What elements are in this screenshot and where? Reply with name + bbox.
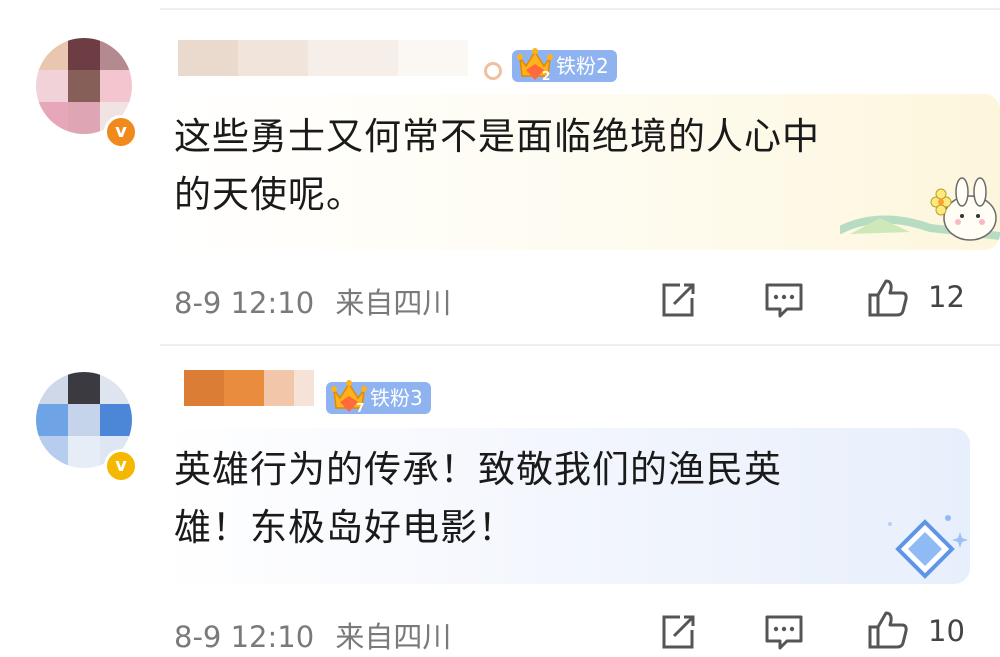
comment-icon[interactable]	[763, 612, 805, 652]
comment-text-line: 这些勇士又何常不是面临绝境的人心中	[174, 115, 820, 158]
username-blurred[interactable]	[178, 40, 478, 76]
like-icon[interactable]	[866, 609, 910, 651]
blur-dot	[484, 62, 502, 80]
top-divider	[160, 8, 1000, 10]
fan-badge-label: 铁粉3	[370, 386, 423, 410]
diamond-sticker-icon	[888, 515, 968, 579]
fan-level-badge[interactable]: 2 铁粉2	[512, 48, 617, 83]
comment-location: 来自四川	[335, 286, 452, 320]
badge-level-number: 7	[356, 401, 364, 415]
crown-icon: 2	[517, 48, 553, 83]
like-count: 12	[928, 280, 965, 314]
comment-text-line: 的天使呢。	[174, 173, 364, 216]
comment-text: 这些勇士又何常不是面临绝境的人心中 的天使呢。	[174, 108, 820, 224]
comment-meta: 8-9 12:10 来自四川	[174, 280, 451, 322]
bunny-flower-sticker-icon	[840, 177, 1000, 241]
comment-date: 8-9 12:10	[174, 286, 315, 320]
like-icon[interactable]	[866, 277, 910, 319]
share-icon[interactable]	[658, 280, 698, 320]
comment-location: 来自四川	[335, 620, 452, 654]
comment-text: 英雄行为的传承！致敬我们的渔民英 雄！东极岛好电影！	[174, 441, 782, 557]
comment-divider	[160, 344, 1000, 346]
username-blurred[interactable]	[184, 370, 314, 406]
verified-badge-icon: v	[104, 115, 138, 149]
fan-level-badge[interactable]: 7 铁粉3	[326, 380, 431, 415]
share-icon[interactable]	[658, 612, 698, 652]
comment-icon[interactable]	[763, 280, 805, 320]
crown-icon: 7	[331, 380, 367, 415]
fan-badge-label: 铁粉2	[556, 54, 609, 78]
verified-badge-icon: v	[104, 449, 138, 483]
like-count: 10	[928, 614, 965, 648]
comment-date: 8-9 12:10	[174, 620, 315, 654]
comment-text-line: 雄！东极岛好电影！	[174, 506, 516, 549]
badge-level-number: 2	[542, 69, 550, 83]
comment-text-line: 英雄行为的传承！致敬我们的渔民英	[174, 448, 782, 491]
comment-meta: 8-9 12:10 来自四川	[174, 614, 451, 656]
